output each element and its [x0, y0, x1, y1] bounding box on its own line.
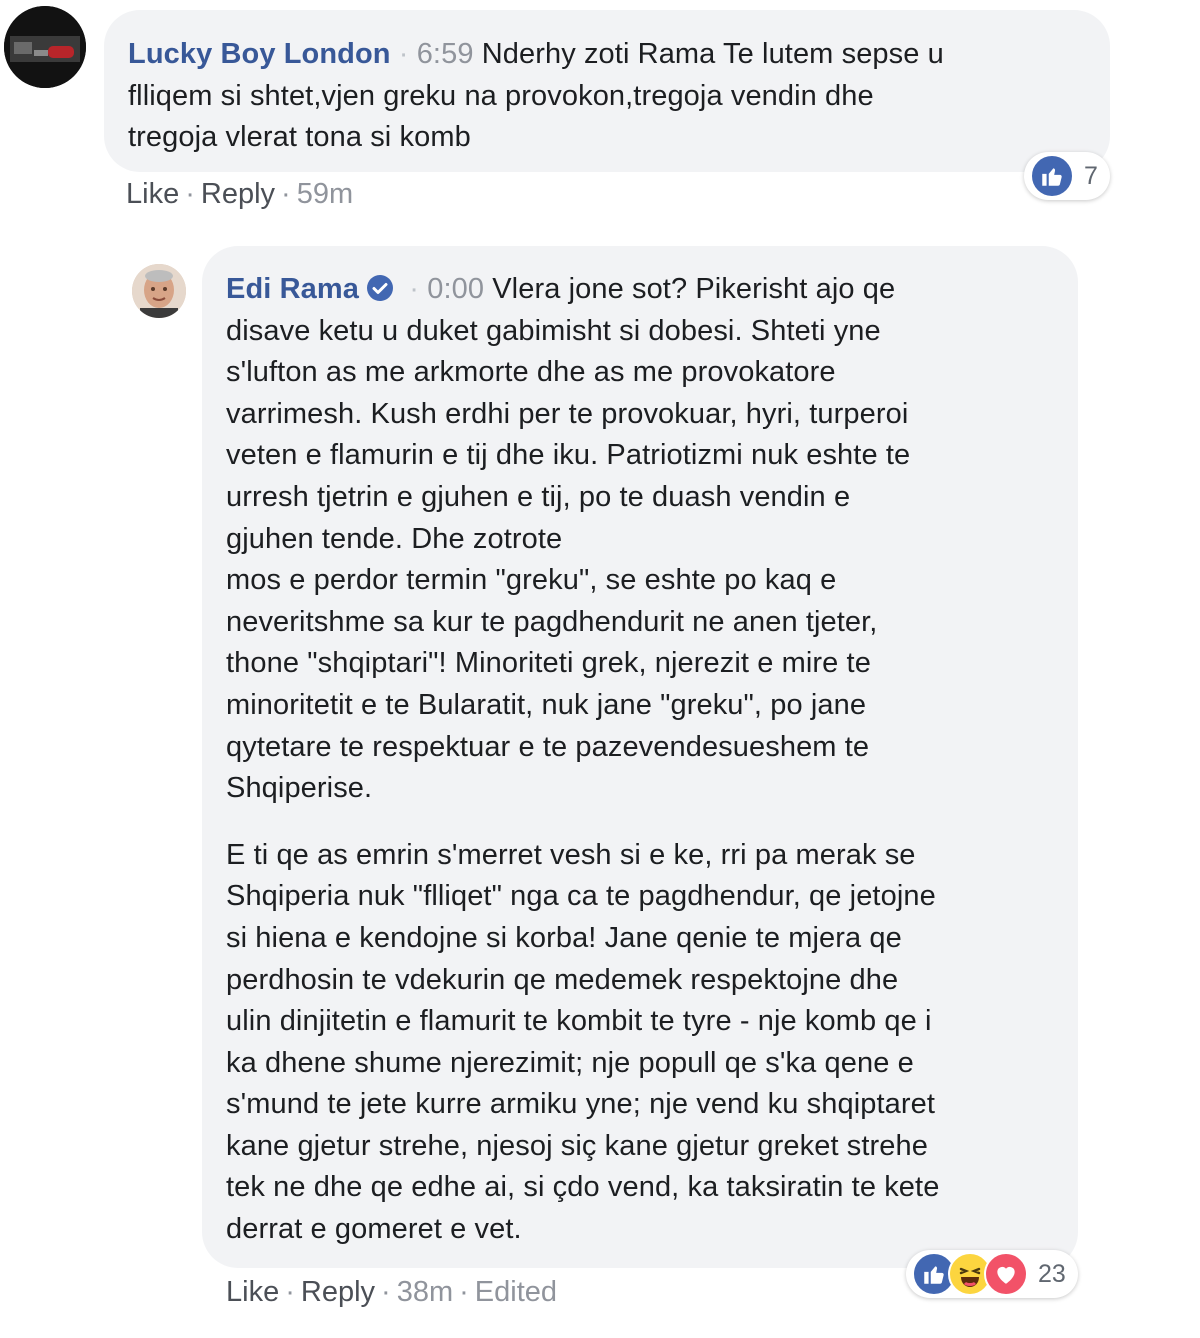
comment-age[interactable]: 38m [397, 1276, 453, 1308]
media-timestamp[interactable]: 0:00 [409, 273, 484, 305]
separator: · [381, 1276, 391, 1308]
reaction-summary[interactable]: 7 [1024, 152, 1110, 200]
verified-badge-icon [366, 275, 393, 301]
like-link[interactable]: Like [126, 178, 179, 210]
reaction-count: 23 [1038, 1259, 1066, 1288]
comment-text: Lucky Boy London 6:59 Nderhy zoti Rama T… [128, 34, 1088, 159]
like-icon [1030, 154, 1074, 198]
reaction-summary[interactable]: 23 [906, 1250, 1078, 1298]
reaction-count: 7 [1084, 161, 1098, 190]
avatar-edi-rama[interactable] [132, 264, 186, 318]
media-timestamp[interactable]: 6:59 [399, 38, 474, 70]
comment-bubble: Lucky Boy London 6:59 Nderhy zoti Rama T… [104, 10, 1110, 172]
edited-label[interactable]: Edited [475, 1276, 557, 1308]
reply-bubble: Edi Rama 0:00 Vlera jone sot? Pikerisht … [202, 246, 1078, 1268]
reply-link[interactable]: Reply [201, 178, 275, 210]
avatar-image [132, 264, 186, 318]
avatar-image [4, 6, 86, 88]
comment-author[interactable]: Lucky Boy London [128, 38, 391, 70]
comment-actions: Like · Reply · 59m [126, 178, 353, 211]
reply-actions: Like · Reply · 38m · Edited [226, 1276, 557, 1309]
like-link[interactable]: Like [226, 1276, 279, 1308]
reply-paragraph-2: E ti qe as emrin s'merret vesh si e ke, … [226, 838, 940, 1246]
comment-age[interactable]: 59m [297, 178, 353, 210]
reply-paragraph-1: Edi Rama 0:00 Vlera jone sot? Pikerisht … [226, 269, 1058, 810]
reply-author[interactable]: Edi Rama [226, 273, 359, 305]
separator: · [281, 178, 291, 210]
separator: · [459, 1276, 469, 1308]
reply-body-1: Vlera jone sot? Pikerisht ajo qe disave … [226, 273, 911, 805]
separator: · [185, 178, 195, 210]
avatar-lucky-boy-london[interactable] [4, 6, 86, 88]
reply-link[interactable]: Reply [301, 1276, 375, 1308]
love-icon [984, 1252, 1028, 1296]
separator: · [285, 1276, 295, 1308]
